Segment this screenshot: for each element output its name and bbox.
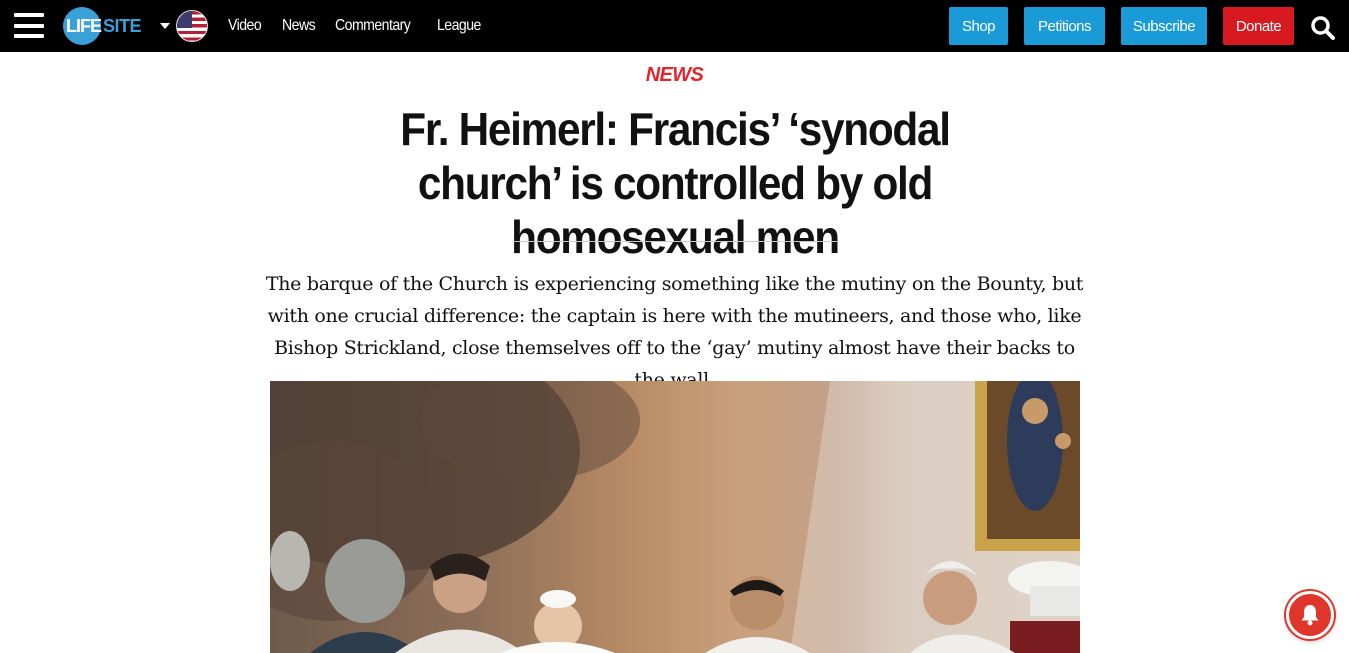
bell-icon[interactable]	[1286, 591, 1334, 639]
nav-link-news[interactable]: News	[282, 17, 316, 35]
menu-icon[interactable]	[14, 13, 44, 38]
article-headline: Fr. Heimerl: Francis’ ‘synodal church’ i…	[400, 103, 951, 263]
region-selector[interactable]	[160, 9, 208, 43]
chevron-down-icon	[160, 23, 170, 29]
logo-text-site: SITE	[103, 15, 142, 36]
top-navigation-bar: LIFE SITE Video News Commentary League S…	[0, 0, 1349, 52]
nav-link-league[interactable]: League	[437, 17, 481, 35]
article-category[interactable]: NEWS	[0, 64, 1349, 87]
shop-button[interactable]: Shop	[949, 7, 1008, 45]
article-subheadline: The barque of the Church is experiencing…	[265, 273, 1084, 391]
search-icon[interactable]	[1310, 15, 1336, 41]
flag-icon	[176, 10, 208, 42]
headline-divider	[513, 241, 837, 242]
logo-text-life: LIFE	[66, 16, 102, 36]
article-photo	[270, 381, 1080, 653]
nav-link-video[interactable]: Video	[228, 17, 262, 35]
subscribe-button[interactable]: Subscribe	[1121, 7, 1207, 45]
main-nav: Video News Commentary League	[228, 0, 503, 52]
nav-link-commentary[interactable]: Commentary	[335, 17, 411, 35]
petitions-button[interactable]: Petitions	[1024, 7, 1105, 45]
logo-circle: LIFE	[63, 7, 102, 45]
donate-button[interactable]: Donate	[1223, 7, 1294, 45]
site-logo[interactable]: LIFE SITE	[63, 7, 142, 45]
